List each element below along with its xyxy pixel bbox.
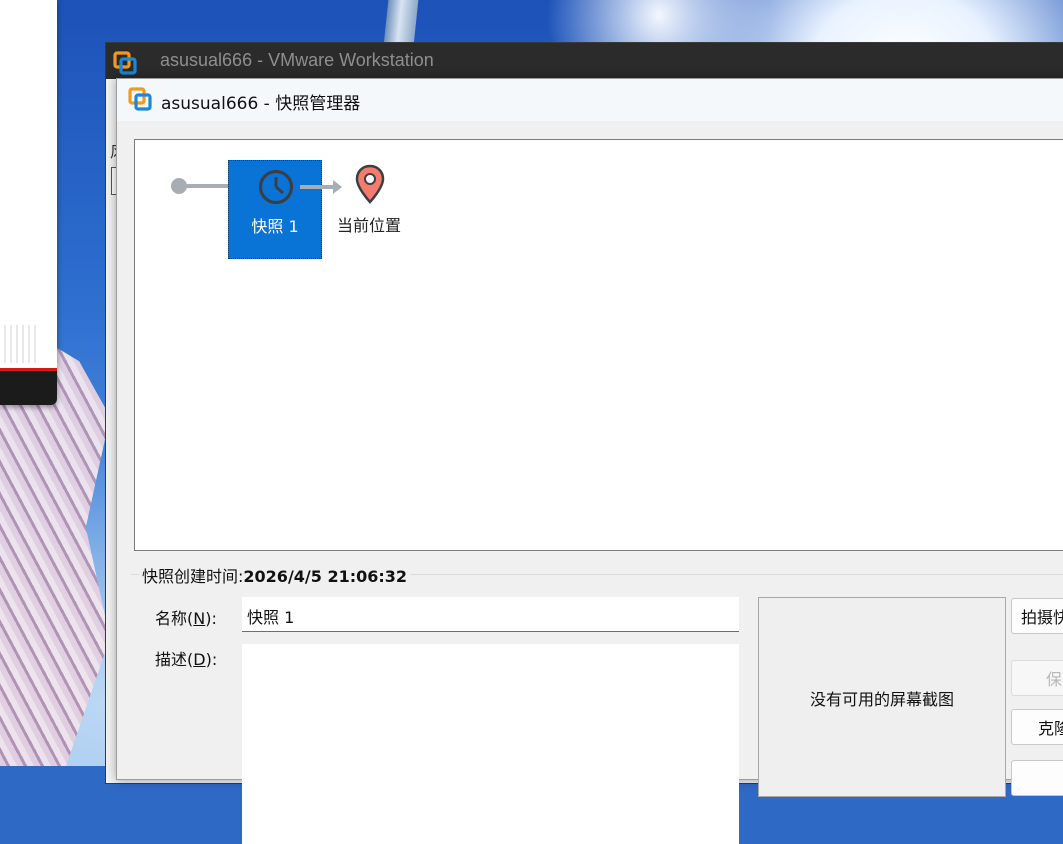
snapshot-node-selected[interactable]: 快照 1 — [228, 160, 322, 259]
snapshot-description-field[interactable] — [242, 644, 739, 844]
no-screenshot-text: 没有可用的屏幕截图 — [809, 690, 954, 709]
background-window-graphic — [4, 325, 38, 363]
snapshot-name-field[interactable] — [242, 597, 739, 632]
keep-button[interactable]: 保 — [1011, 660, 1063, 696]
snapshot-connector — [300, 185, 336, 189]
arrow-right-icon — [333, 180, 342, 194]
vmware-logo-icon — [113, 51, 137, 75]
action-button[interactable] — [1011, 760, 1063, 796]
snapshot-details-group: 快照创建时间:2026/4/5 21:06:32 名称(N): 描述(D): 没… — [131, 563, 1063, 844]
snapshot-tree[interactable]: 快照 1 当前位置 — [134, 139, 1063, 551]
created-time-value: 2026/4/5 21:06:32 — [243, 567, 408, 586]
vmware-titlebar[interactable]: asusual666 - VMware Workstation — [106, 43, 1063, 79]
wallpaper-pole — [383, 0, 419, 45]
vmware-logo-icon — [128, 87, 152, 111]
snapshot-manager-dialog[interactable]: asusual666 - 快照管理器 快照 1 当前位置 快照创建时间:2026… — [116, 78, 1063, 844]
name-label: 名称(N): — [155, 609, 217, 628]
take-snapshot-button[interactable]: 拍摄快 — [1011, 598, 1063, 634]
screenshot-preview: 没有可用的屏幕截图 — [758, 597, 1006, 797]
current-position-label: 当前位置 — [337, 216, 402, 235]
background-window[interactable] — [0, 0, 57, 405]
dialog-title: asusual666 - 快照管理器 — [161, 94, 361, 114]
clock-icon — [258, 169, 294, 205]
created-time-prefix: 快照创建时间: — [142, 567, 244, 586]
background-window-footer — [0, 371, 57, 405]
location-pin-icon[interactable] — [355, 164, 385, 204]
vmware-window-title: asusual666 - VMware Workstation — [160, 50, 434, 70]
snapshot-label: 快照 1 — [251, 217, 299, 236]
description-label: 描述(D): — [155, 650, 218, 669]
created-time-label: 快照创建时间:2026/4/5 21:06:32 — [139, 563, 411, 587]
clone-button[interactable]: 克隆 — [1011, 709, 1063, 745]
dialog-titlebar[interactable]: asusual666 - 快照管理器 — [117, 79, 1063, 121]
